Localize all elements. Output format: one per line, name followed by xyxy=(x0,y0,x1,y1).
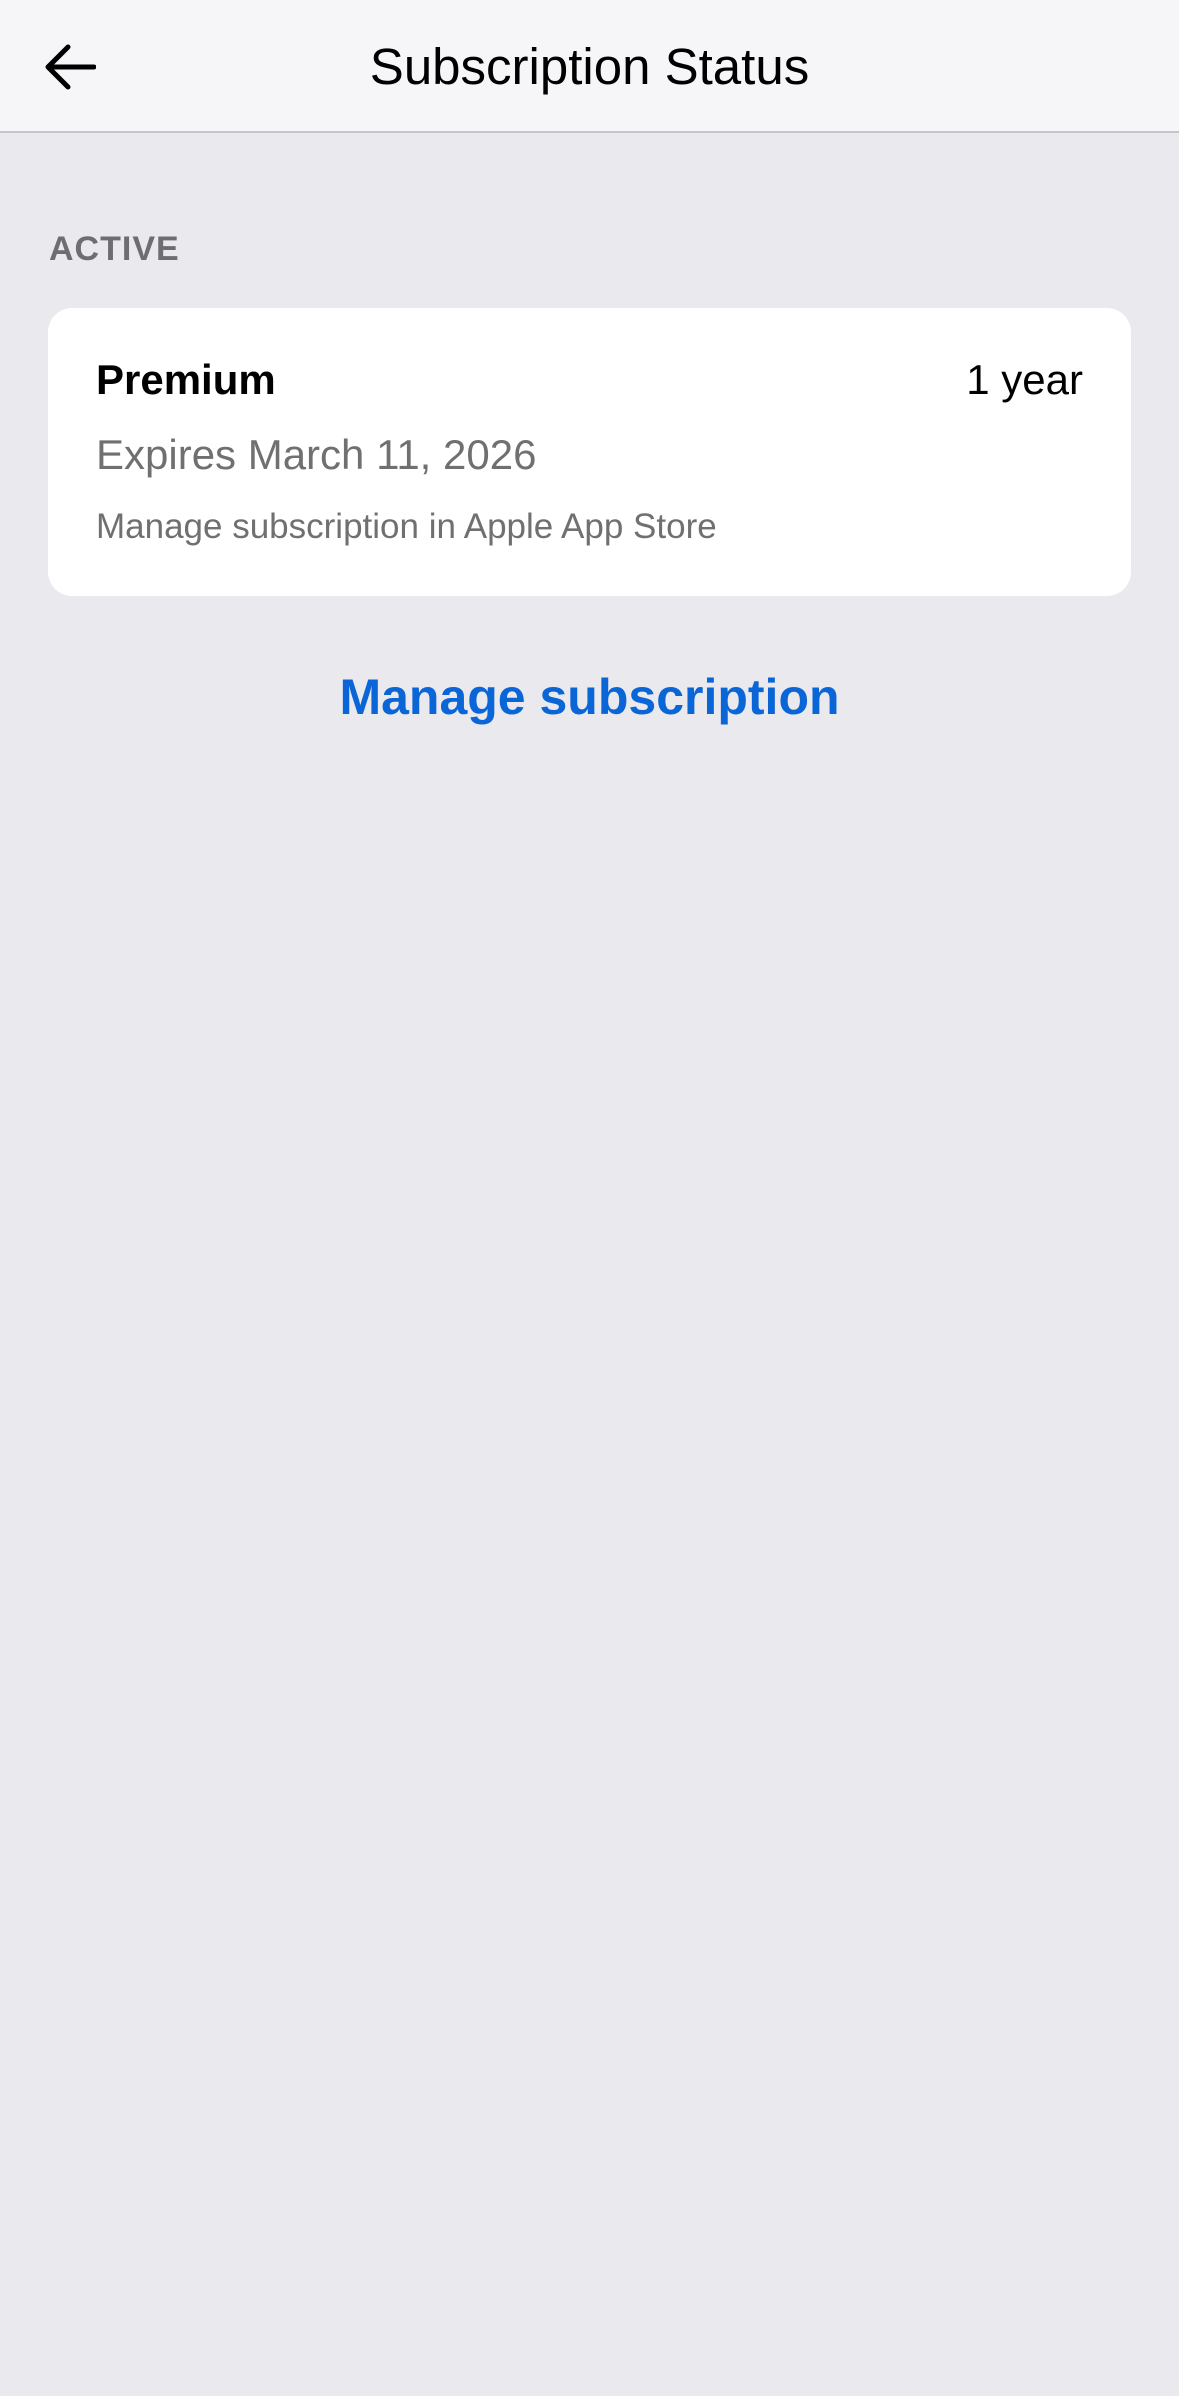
plan-duration: 1 year xyxy=(966,356,1083,403)
section-header-active: ACTIVE xyxy=(49,230,180,268)
expiry-date: Expires March 11, 2026 xyxy=(96,431,537,478)
plan-name: Premium xyxy=(96,356,276,403)
page-title: Subscription Status xyxy=(369,38,810,95)
store-note: Manage subscription in Apple App Store xyxy=(96,507,717,546)
manage-subscription-button[interactable]: Manage subscription xyxy=(0,668,1179,726)
arrow-left-icon xyxy=(45,44,96,90)
subscription-card: Premium 1 year Expires March 11, 2026 Ma… xyxy=(48,308,1131,596)
navigation-bar: Subscription Status xyxy=(0,0,1179,133)
back-button[interactable] xyxy=(32,30,114,104)
